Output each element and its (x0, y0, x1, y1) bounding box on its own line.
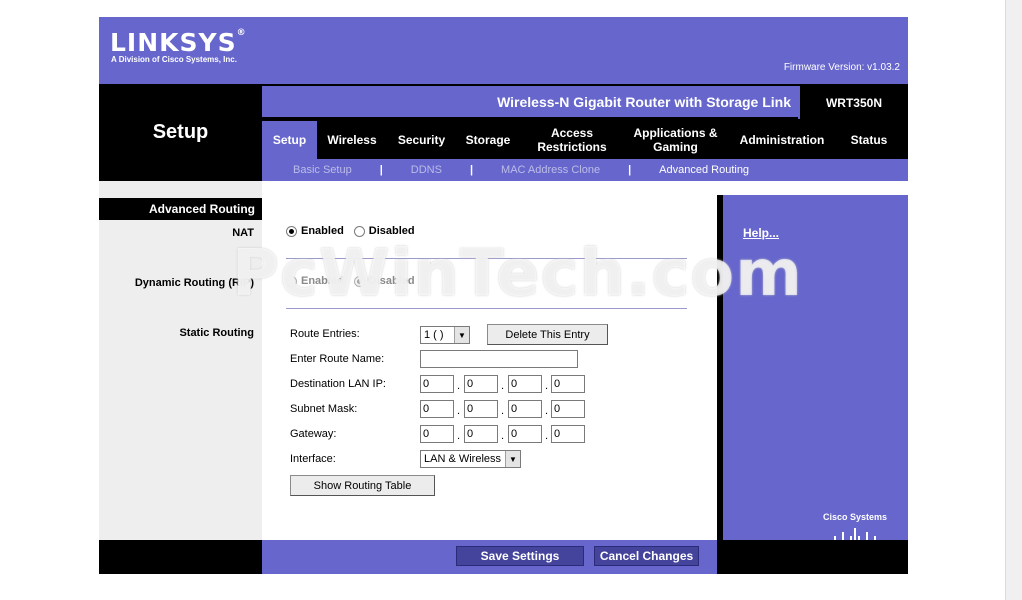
subnet-octet-2[interactable]: 0 (464, 400, 498, 418)
rip-disabled-label: Disabled (368, 275, 415, 287)
rip-label: Dynamic Routing (RIP) (134, 277, 254, 289)
help-column-top (717, 181, 908, 195)
dest-ip-octet-2[interactable]: 0 (464, 375, 498, 393)
show-routing-table-button[interactable]: Show Routing Table (290, 475, 435, 496)
chevron-down-icon: ▼ (454, 327, 469, 343)
interface-label: Interface: (290, 453, 336, 465)
dest-ip-label: Destination LAN IP: (290, 378, 386, 390)
subnet-octet-4[interactable]: 0 (551, 400, 585, 418)
nat-enabled-radio[interactable] (286, 225, 297, 237)
subnav-separator: | (379, 164, 383, 176)
gateway-octet-2[interactable]: 0 (464, 425, 498, 443)
product-bar: Wireless-N Gigabit Router with Storage L… (262, 84, 908, 119)
cancel-changes-button[interactable]: Cancel Changes (594, 546, 699, 566)
route-name-input[interactable] (420, 350, 578, 368)
subnet-octet-3[interactable]: 0 (508, 400, 542, 418)
subnav-separator: | (628, 164, 632, 176)
rip-enabled-label: Enabled (301, 275, 344, 287)
ip-dot: . (545, 380, 549, 392)
main-tabs: Setup Wireless Security Storage Access R… (262, 121, 908, 159)
section-title: Setup (152, 121, 209, 143)
subnav-mac-clone[interactable]: MAC Address Clone (501, 164, 600, 176)
ip-dot: . (545, 405, 549, 417)
delete-entry-button[interactable]: Delete This Entry (487, 324, 608, 345)
subnav-advanced-routing[interactable]: Advanced Routing (659, 164, 749, 176)
interface-select[interactable]: LAN & Wireless ▼ (420, 450, 521, 468)
tab-access-restrictions[interactable]: Access Restrictions (520, 121, 624, 159)
ip-dot: . (501, 380, 505, 392)
rip-disabled-radio (353, 275, 365, 287)
sub-navigation: Basic Setup | DDNS | MAC Address Clone |… (262, 159, 908, 181)
dest-ip-octet-3[interactable]: 0 (508, 375, 542, 393)
panel-divider (717, 195, 723, 540)
rip-radio-group: Enabled Disabled (286, 275, 425, 287)
ip-dot: . (457, 430, 461, 442)
linksys-logo: LINKSYS® (110, 28, 247, 57)
route-entries-select[interactable]: 1 ( ) ▼ (420, 326, 470, 344)
save-settings-button[interactable]: Save Settings (456, 546, 584, 566)
left-label-column: Advanced Routing NAT Dynamic Routing (RI… (99, 181, 262, 540)
help-column: Help... (717, 181, 908, 540)
main-form-panel: Enabled Disabled Enabled Disabled Route … (262, 181, 717, 540)
router-admin-page: LINKSYS® A Division of Cisco Systems, In… (0, 0, 1022, 600)
section-header: Advanced Routing (99, 198, 262, 220)
subnet-octet-1[interactable]: 0 (420, 400, 454, 418)
footer-left (99, 540, 262, 574)
tab-applications-gaming[interactable]: Applications & Gaming (624, 121, 727, 159)
footer-right (717, 540, 908, 574)
linksys-frame: LINKSYS® A Division of Cisco Systems, In… (99, 17, 908, 574)
tab-security[interactable]: Security (387, 121, 456, 159)
tab-administration[interactable]: Administration (727, 121, 837, 159)
ip-dot: . (545, 430, 549, 442)
route-entries-value: 1 ( ) (424, 329, 444, 341)
cisco-logo-text: Cisco Systems (822, 512, 888, 522)
ip-dot: . (457, 405, 461, 417)
dest-ip-octet-4[interactable]: 0 (551, 375, 585, 393)
interface-value: LAN & Wireless (424, 453, 502, 465)
tab-wireless[interactable]: Wireless (317, 121, 387, 159)
help-link[interactable]: Help... (743, 226, 779, 240)
ip-dot: . (501, 430, 505, 442)
product-name: Wireless-N Gigabit Router with Storage L… (497, 94, 791, 110)
vertical-scrollbar[interactable] (1005, 0, 1022, 600)
logo-subtitle: A Division of Cisco Systems, Inc. (111, 55, 237, 64)
gateway-octet-4[interactable]: 0 (551, 425, 585, 443)
divider (286, 258, 687, 259)
model-number: WRT350N (798, 86, 908, 119)
subnet-label: Subnet Mask: (290, 403, 358, 415)
route-name-label: Enter Route Name: (290, 353, 385, 365)
nat-label: NAT (232, 227, 254, 239)
footer-bar: Save Settings Cancel Changes (99, 540, 908, 574)
tab-storage[interactable]: Storage (456, 121, 520, 159)
top-header: LINKSYS® A Division of Cisco Systems, In… (99, 17, 908, 84)
route-entries-label: Route Entries: (290, 328, 360, 340)
navigation-block: Setup Wireless-N Gigabit Router with Sto… (99, 84, 908, 181)
nat-radio-group: Enabled Disabled (286, 225, 425, 237)
firmware-version: Firmware Version: v1.03.2 (783, 62, 900, 73)
ip-dot: . (501, 405, 505, 417)
subnav-ddns[interactable]: DDNS (411, 164, 442, 176)
nat-enabled-label: Enabled (301, 225, 344, 237)
nat-disabled-label: Disabled (368, 225, 415, 237)
gateway-octet-1[interactable]: 0 (420, 425, 454, 443)
ip-dot: . (457, 380, 461, 392)
divider (286, 308, 687, 309)
nat-disabled-radio[interactable] (353, 225, 365, 237)
static-routing-label: Static Routing (179, 327, 254, 339)
subnav-separator: | (469, 164, 474, 176)
rip-enabled-radio (286, 275, 297, 287)
chevron-down-icon: ▼ (505, 451, 520, 467)
dest-ip-octet-1[interactable]: 0 (420, 375, 454, 393)
tab-status[interactable]: Status (837, 121, 901, 159)
gateway-label: Gateway: (290, 428, 337, 440)
tab-setup[interactable]: Setup (262, 121, 317, 159)
subnav-basic-setup[interactable]: Basic Setup (293, 164, 352, 176)
gateway-octet-3[interactable]: 0 (508, 425, 542, 443)
